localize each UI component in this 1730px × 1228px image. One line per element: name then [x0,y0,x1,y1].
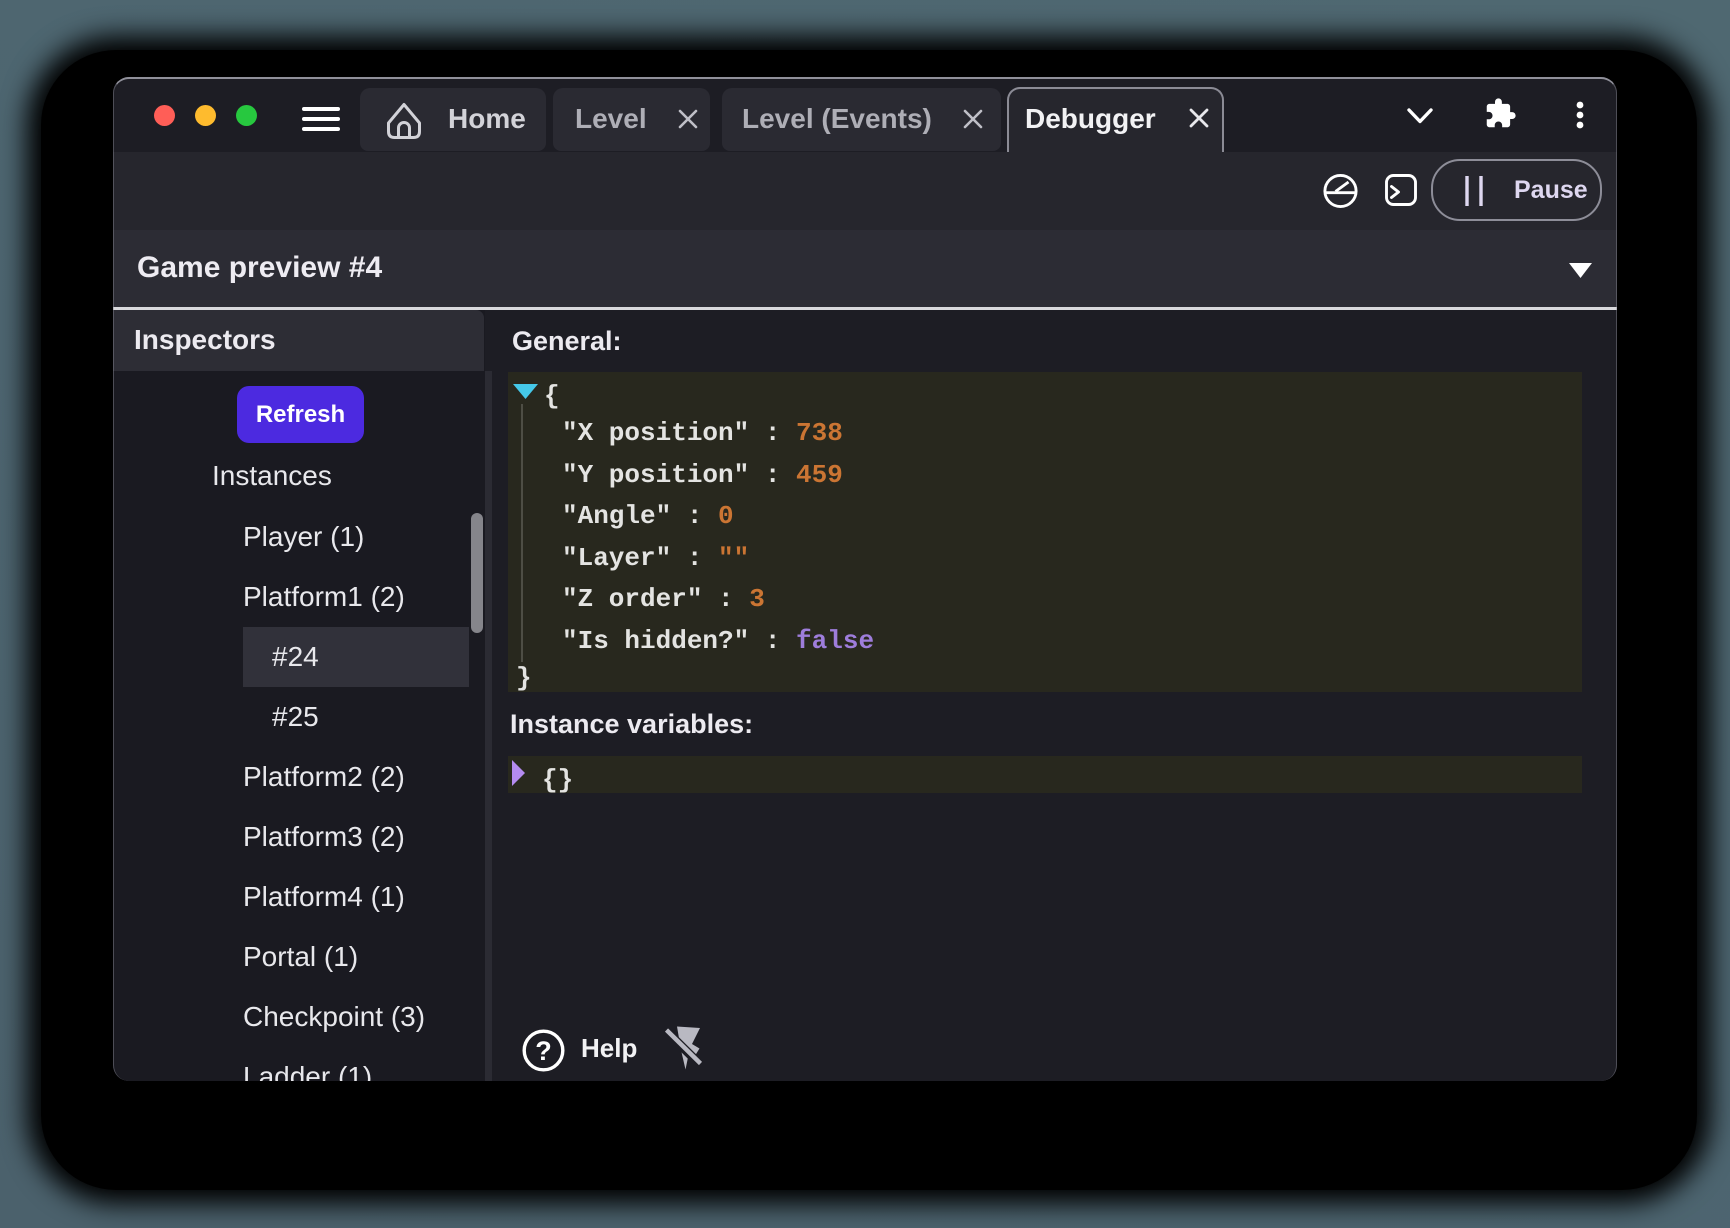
svg-text:?: ? [535,1036,552,1066]
